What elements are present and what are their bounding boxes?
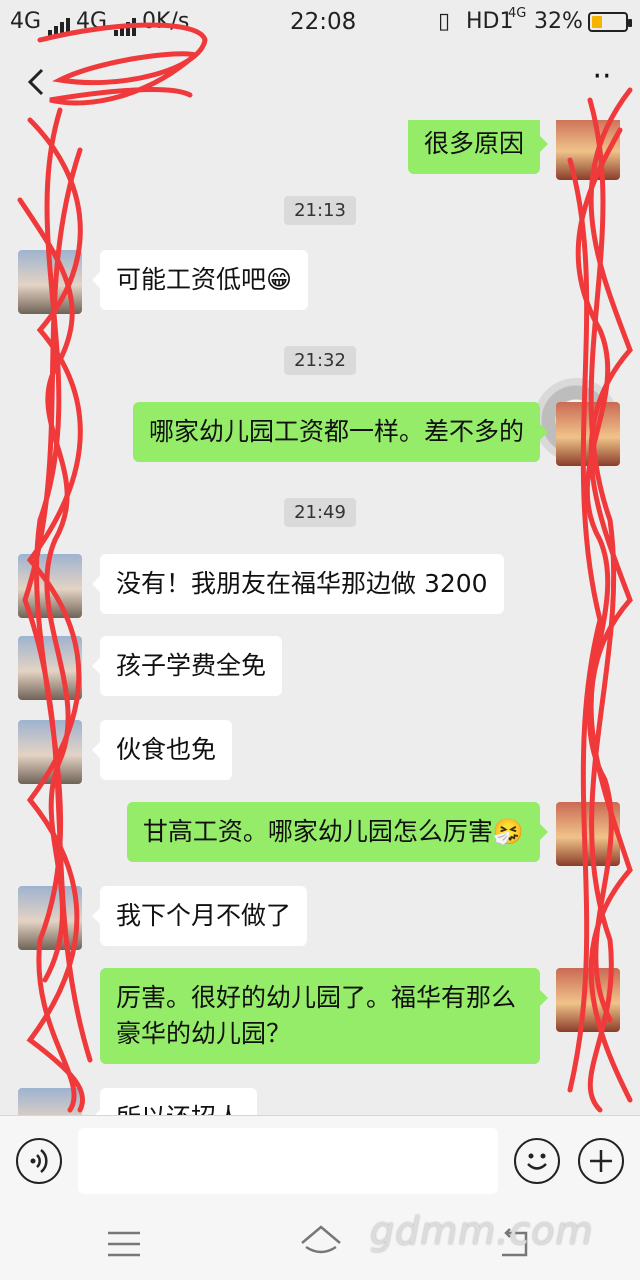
message-bubble[interactable]: 哪家幼儿园工资都一样。差不多的: [132, 402, 549, 462]
status-bar: 4G 4G 0K/s 22:08 ▯ HD1 4G 32%: [0, 0, 640, 44]
signal-sim2: 4G: [76, 9, 138, 36]
home-icon[interactable]: [298, 1223, 344, 1263]
voice-icon: [30, 1149, 48, 1173]
message-bubble[interactable]: 甘高工资。哪家幼儿园怎么厉害🤧: [126, 802, 549, 862]
smile-icon: [527, 1153, 547, 1170]
plus-icon: [590, 1150, 612, 1172]
timestamp: 21:49: [284, 498, 356, 527]
more-dots-icon: ··: [592, 59, 612, 94]
avatar[interactable]: [556, 402, 620, 466]
watermark: gdmm.com: [370, 1209, 594, 1253]
network-speed: 0K/s: [142, 9, 190, 34]
voice-button[interactable]: [16, 1138, 62, 1184]
avatar[interactable]: [18, 886, 82, 950]
chevron-left-icon: [27, 68, 44, 96]
message-bubble[interactable]: 没有！我朋友在福华那边做 3200: [92, 554, 504, 614]
message-bubble[interactable]: 所以还招人: [91, 1088, 258, 1115]
avatar[interactable]: [18, 720, 82, 784]
input-bar: [0, 1115, 640, 1207]
signal-bars-icon: [114, 11, 138, 36]
message-input[interactable]: [78, 1128, 498, 1194]
more-button[interactable]: ··: [582, 62, 622, 102]
timestamp: 21:13: [284, 196, 356, 225]
avatar[interactable]: [18, 636, 82, 700]
battery-icon: [588, 12, 632, 32]
battery-percent: 32%: [534, 9, 583, 34]
signal-sim1: 4G: [10, 9, 72, 36]
avatar[interactable]: [18, 250, 82, 314]
more-actions-button[interactable]: [578, 1138, 624, 1184]
chat-list[interactable]: 很多原因 21:13 可能工资低吧😁 21:32 哪家幼儿园工资都一样。差不多的…: [0, 120, 640, 1115]
chat-header: ··: [0, 44, 640, 120]
status-time: 22:08: [290, 9, 357, 35]
menu-icon[interactable]: [104, 1227, 144, 1261]
vibrate-icon: ▯: [438, 9, 451, 34]
hd-indicator: HD1: [466, 9, 514, 34]
message-bubble[interactable]: 可能工资低吧😁: [91, 250, 309, 310]
message-bubble[interactable]: 我下个月不做了: [91, 886, 308, 946]
avatar[interactable]: [556, 968, 620, 1032]
signal-bars-icon: [48, 11, 72, 36]
avatar[interactable]: [556, 802, 620, 866]
message-bubble[interactable]: 厉害。很好的幼儿园了。福华有那么豪华的幼儿园？: [100, 968, 548, 1064]
avatar[interactable]: [18, 554, 82, 618]
network-type: 4G: [508, 6, 527, 21]
avatar[interactable]: [556, 120, 620, 180]
message-bubble[interactable]: 孩子学费全免: [91, 636, 283, 696]
message-bubble[interactable]: 很多原因: [407, 120, 549, 174]
avatar[interactable]: [18, 1088, 82, 1115]
timestamp: 21:32: [284, 346, 356, 375]
back-button[interactable]: [18, 62, 58, 102]
system-nav-bar: gdmm.com: [0, 1207, 640, 1280]
message-bubble[interactable]: 伙食也免: [91, 720, 233, 780]
emoji-button[interactable]: [514, 1138, 560, 1184]
